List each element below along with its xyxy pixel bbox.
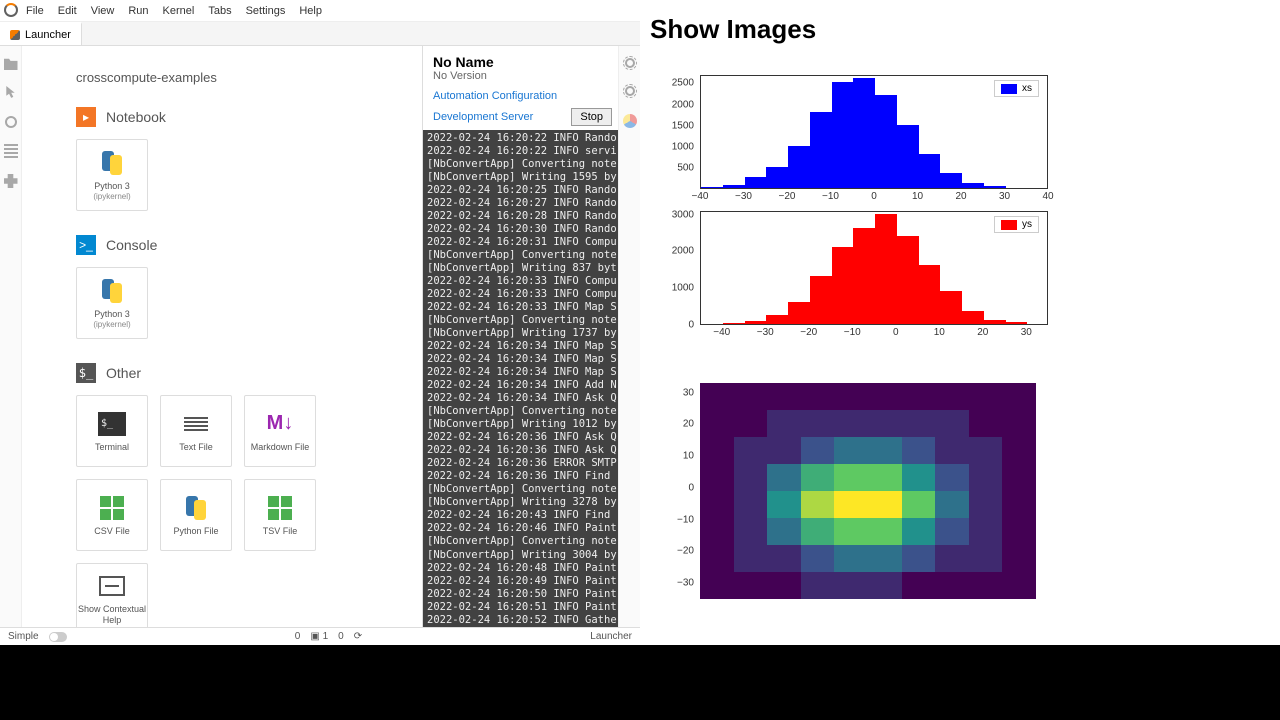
log-output[interactable]: 2022-02-24 16:20:22 INFO Rando 2022-02-2…: [423, 130, 618, 627]
tsv-icon: [268, 496, 292, 520]
status-count: 0: [295, 631, 301, 642]
python-icon: [100, 151, 124, 175]
tile-tsv-file[interactable]: TSV File: [244, 479, 316, 551]
folder-icon[interactable]: [4, 56, 18, 70]
terminal-icon: $_: [98, 412, 126, 436]
stop-button[interactable]: Stop: [571, 108, 612, 126]
menubar: File Edit View Run Kernel Tabs Settings …: [0, 0, 640, 22]
jupyter-logo-icon: [4, 3, 20, 19]
launcher-panel: crosscompute-examples ▸ Notebook Python …: [22, 46, 422, 627]
running-icon[interactable]: [5, 116, 17, 128]
gear-icon-2[interactable]: [625, 86, 635, 96]
section-title-notebook: Notebook: [106, 109, 166, 125]
tab-bar: Launcher: [0, 22, 640, 46]
simple-toggle[interactable]: [49, 632, 67, 642]
status-sync-icon: ⟳: [354, 631, 362, 642]
menu-settings[interactable]: Settings: [246, 5, 286, 17]
status-right: Launcher: [590, 631, 632, 642]
toc-icon[interactable]: [4, 144, 18, 158]
markdown-icon: M↓: [267, 412, 294, 435]
csv-icon: [100, 496, 124, 520]
help-icon: [99, 576, 125, 596]
menu-edit[interactable]: Edit: [58, 5, 77, 17]
histogram-stack: 5001000150020002500xs−40−30−20−100102030…: [648, 73, 1280, 343]
console-section-icon: >_: [76, 235, 96, 255]
menu-view[interactable]: View: [91, 5, 115, 17]
extensions-icon[interactable]: [4, 174, 18, 188]
automation-version: No Version: [433, 70, 608, 82]
menu-run[interactable]: Run: [128, 5, 148, 17]
heatmap-figure: 3020100−10−20−30: [648, 383, 1280, 599]
breadcrumb: crosscompute-examples: [76, 70, 398, 85]
python-icon: [100, 279, 124, 303]
notebook-section-icon: ▸: [76, 107, 96, 127]
link-dev-server[interactable]: Development Server: [433, 111, 533, 123]
section-title-other: Other: [106, 365, 141, 381]
tile-python3-notebook[interactable]: Python 3 (ipykernel): [76, 139, 148, 211]
menu-kernel[interactable]: Kernel: [163, 5, 195, 17]
tile-terminal[interactable]: $_ Terminal: [76, 395, 148, 467]
section-title-console: Console: [106, 237, 157, 253]
link-automation-config[interactable]: Automation Configuration: [423, 86, 618, 106]
automation-name: No Name: [433, 54, 608, 70]
menu-tabs[interactable]: Tabs: [208, 5, 231, 17]
status-terminals: ▣ 1: [310, 631, 328, 642]
menu-file[interactable]: File: [26, 5, 44, 17]
cursor-icon[interactable]: [4, 86, 18, 100]
launcher-icon: [10, 30, 20, 40]
histogram-xs: 5001000150020002500xs−40−30−20−100102030…: [648, 73, 1052, 207]
tile-contextual-help[interactable]: Show Contextual Help: [76, 563, 148, 627]
histogram-ys: 0100020003000ys−40−30−20−100102030: [648, 209, 1052, 343]
tab-launcher[interactable]: Launcher: [0, 22, 82, 45]
tile-python3-console[interactable]: Python 3 (ipykernel): [76, 267, 148, 339]
tile-markdown-file[interactable]: M↓ Markdown File: [244, 395, 316, 467]
tile-csv-file[interactable]: CSV File: [76, 479, 148, 551]
automation-panel: No Name No Version Automation Configurat…: [422, 46, 618, 627]
textfile-icon: [184, 417, 208, 431]
status-kernels: 0: [338, 631, 344, 642]
preview-pane: Show Images 5001000150020002500xs−40−30−…: [640, 0, 1280, 645]
gear-icon[interactable]: [625, 58, 635, 68]
other-section-icon: $_: [76, 363, 96, 383]
activity-bar: [0, 46, 22, 627]
menu-help[interactable]: Help: [299, 5, 322, 17]
tile-text-file[interactable]: Text File: [160, 395, 232, 467]
tab-label: Launcher: [25, 29, 71, 41]
status-simple: Simple: [8, 631, 39, 642]
tile-python-file[interactable]: Python File: [160, 479, 232, 551]
right-rail: [618, 46, 640, 627]
status-bar: Simple 0 ▣ 1 0 ⟳ Launcher: [0, 627, 640, 645]
crosscompute-icon[interactable]: [623, 114, 637, 128]
python-icon: [184, 496, 208, 520]
page-title: Show Images: [650, 14, 1280, 45]
